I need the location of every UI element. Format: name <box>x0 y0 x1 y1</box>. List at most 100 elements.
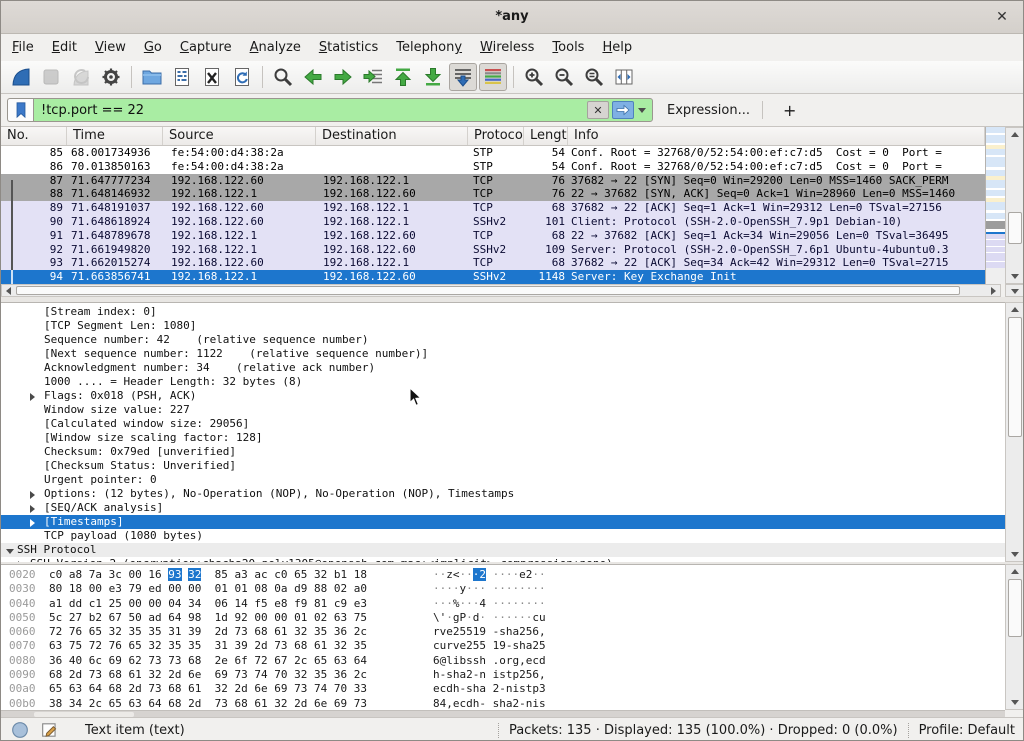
packet-row-91[interactable]: 9171.648789678192.168.122.1192.168.122.6… <box>1 229 985 243</box>
go-back-button[interactable] <box>299 63 327 91</box>
scroll-thumb[interactable] <box>1008 212 1022 244</box>
scroll-right-button[interactable] <box>987 285 1000 296</box>
detail-row[interactable]: Options: (12 bytes), No-Operation (NOP),… <box>1 487 1005 501</box>
column-header-length[interactable]: Length <box>524 127 568 145</box>
scroll-down-button[interactable] <box>1006 270 1024 283</box>
scroll-down-button[interactable] <box>1006 696 1024 709</box>
zoom-in-button[interactable] <box>520 63 548 91</box>
menu-item-view[interactable]: View <box>86 36 135 59</box>
colorize-button[interactable] <box>479 63 507 91</box>
go-first-button[interactable] <box>389 63 417 91</box>
scroll-up-button[interactable] <box>1006 303 1024 316</box>
hex-row[interactable]: 006072 76 65 32 35 35 31 39 2d 73 68 61 … <box>1 625 1005 639</box>
go-forward-button[interactable] <box>329 63 357 91</box>
expander-icon[interactable] <box>30 519 35 527</box>
detail-row[interactable]: [Checksum Status: Unverified] <box>1 459 1005 473</box>
status-profile[interactable]: Profile: Default <box>919 723 1015 738</box>
expander-icon[interactable] <box>30 393 35 401</box>
menu-item-help[interactable]: Help <box>593 36 641 59</box>
scroll-thumb[interactable] <box>1008 317 1022 437</box>
hex-row[interactable]: 009068 2d 73 68 61 32 2d 6e 69 73 74 70 … <box>1 668 1005 682</box>
bytes-hscrollbar[interactable] <box>1 710 1005 717</box>
expression-button[interactable]: Expression... <box>667 103 750 118</box>
hex-row[interactable]: 00a065 63 64 68 2d 73 68 61 32 2d 6e 69 … <box>1 682 1005 696</box>
column-header-time[interactable]: Time <box>67 127 163 145</box>
stop-capture-button[interactable] <box>37 63 65 91</box>
filter-apply-button[interactable] <box>612 101 634 119</box>
packet-list-hscrollbar[interactable] <box>1 284 1001 297</box>
save-file-button[interactable] <box>168 63 196 91</box>
packet-row-86[interactable]: 8670.013850163fe:54:00:d4:38:2aSTP54Conf… <box>1 160 985 174</box>
hex-row[interactable]: 0040a1 dd c1 25 00 00 04 34 06 14 f5 e8 … <box>1 597 1005 611</box>
menu-item-tools[interactable]: Tools <box>543 36 593 59</box>
detail-row[interactable]: [Calculated window size: 29056] <box>1 417 1005 431</box>
menu-item-telephony[interactable]: Telephony <box>387 36 471 59</box>
scroll-thumb[interactable] <box>16 286 960 295</box>
detail-row[interactable]: [Timestamps] <box>1 515 1005 529</box>
filter-clear-button[interactable]: ✕ <box>587 101 609 119</box>
menu-item-wireless[interactable]: Wireless <box>471 36 543 59</box>
hex-row[interactable]: 008036 40 6c 69 62 73 73 68 2e 6f 72 67 … <box>1 654 1005 668</box>
reload-file-button[interactable] <box>228 63 256 91</box>
detail-row[interactable]: [Stream index: 0] <box>1 305 1005 319</box>
detail-row[interactable]: Acknowledgment number: 34 (relative ack … <box>1 361 1005 375</box>
display-filter-field[interactable]: ✕ <box>33 98 653 122</box>
filter-dropdown-button[interactable] <box>634 101 650 119</box>
capture-options-button[interactable] <box>97 63 125 91</box>
column-header-protocol[interactable]: Protocol <box>468 127 524 145</box>
hex-row[interactable]: 0020c0 a8 7a 3c 00 16 93 32 85 a3 ac c0 … <box>1 568 1005 582</box>
title-bar[interactable]: *any ✕ <box>1 1 1023 34</box>
resize-columns-button[interactable] <box>610 63 638 91</box>
detail-row[interactable]: [Window size scaling factor: 128] <box>1 431 1005 445</box>
hex-row[interactable]: 00b038 34 2c 65 63 64 68 2d 73 68 61 32 … <box>1 697 1005 710</box>
scroll-thumb[interactable] <box>1008 579 1022 637</box>
packet-list-scroll-corner[interactable] <box>1005 284 1024 297</box>
menu-item-file[interactable]: File <box>3 36 43 59</box>
packet-list-minimap[interactable] <box>985 127 1005 284</box>
capture-comment-button[interactable] <box>40 720 60 740</box>
add-filter-button[interactable]: + <box>773 101 806 120</box>
hex-row[interactable]: 007063 75 72 76 65 32 35 35 31 39 2d 73 … <box>1 639 1005 653</box>
menu-item-edit[interactable]: Edit <box>43 36 86 59</box>
menu-item-analyze[interactable]: Analyze <box>241 36 310 59</box>
hex-row[interactable]: 003080 18 00 e3 79 ed 00 00 01 01 08 0a … <box>1 582 1005 596</box>
go-last-button[interactable] <box>419 63 447 91</box>
open-file-button[interactable] <box>138 63 166 91</box>
scroll-up-button[interactable] <box>1006 128 1024 141</box>
expert-info-button[interactable] <box>10 720 30 740</box>
packet-row-94[interactable]: 9471.663856741192.168.122.1192.168.122.6… <box>1 270 985 284</box>
zoom-out-button[interactable] <box>550 63 578 91</box>
auto-scroll-button[interactable] <box>449 63 477 91</box>
column-header-no[interactable]: No. <box>1 127 67 145</box>
start-capture-button[interactable] <box>7 63 35 91</box>
packet-row-88[interactable]: 8871.648146932192.168.122.1192.168.122.6… <box>1 187 985 201</box>
detail-row[interactable]: [Next sequence number: 1122 (relative se… <box>1 347 1005 361</box>
detail-row[interactable]: Checksum: 0x79ed [unverified] <box>1 445 1005 459</box>
scroll-left-button[interactable] <box>2 285 15 296</box>
filter-bookmark-button[interactable] <box>7 98 33 122</box>
details-vscrollbar[interactable] <box>1005 302 1024 562</box>
menu-item-statistics[interactable]: Statistics <box>310 36 387 59</box>
close-file-button[interactable] <box>198 63 226 91</box>
bytes-vscrollbar[interactable] <box>1005 564 1024 710</box>
detail-row[interactable]: Window size value: 227 <box>1 403 1005 417</box>
go-to-packet-button[interactable] <box>359 63 387 91</box>
zoom-reset-button[interactable] <box>580 63 608 91</box>
expander-icon[interactable] <box>6 549 14 554</box>
packet-list-vscrollbar[interactable] <box>1005 127 1024 284</box>
expander-icon[interactable] <box>30 491 35 499</box>
expander-icon[interactable] <box>30 505 35 513</box>
detail-row[interactable]: Sequence number: 42 (relative sequence n… <box>1 333 1005 347</box>
scroll-down-button[interactable] <box>1006 548 1024 561</box>
detail-row[interactable]: Urgent pointer: 0 <box>1 473 1005 487</box>
packet-row-85[interactable]: 8568.001734936fe:54:00:d4:38:2aSTP54Conf… <box>1 146 985 160</box>
close-button[interactable]: ✕ <box>993 8 1011 26</box>
detail-row[interactable]: 1000 .... = Header Length: 32 bytes (8) <box>1 375 1005 389</box>
packet-row-89[interactable]: 8971.648191037192.168.122.60192.168.122.… <box>1 201 985 215</box>
packet-row-93[interactable]: 9371.662015274192.168.122.60192.168.122.… <box>1 256 985 270</box>
scroll-up-button[interactable] <box>1006 565 1024 578</box>
menu-item-capture[interactable]: Capture <box>171 36 241 59</box>
detail-row[interactable]: SSH Protocol <box>1 543 1005 557</box>
column-header-info[interactable]: Info <box>568 127 985 145</box>
packet-row-90[interactable]: 9071.648618924192.168.122.60192.168.122.… <box>1 215 985 229</box>
